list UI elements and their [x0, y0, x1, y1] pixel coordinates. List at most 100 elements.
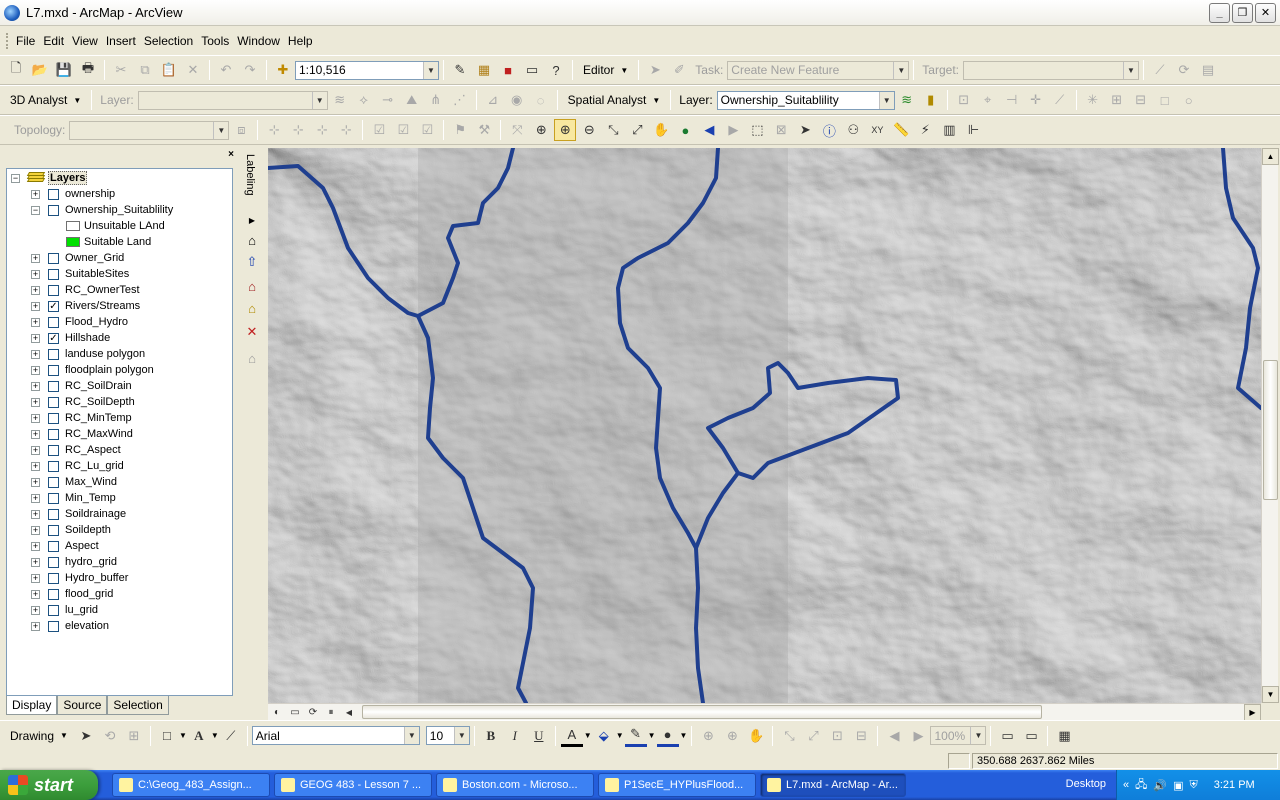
full-extent-globe-icon[interactable]: ●	[674, 119, 696, 141]
copy-icon[interactable]: ⧉	[134, 59, 156, 81]
layer-visibility-checkbox[interactable]	[48, 268, 59, 280]
georef-icon[interactable]: ⊡	[953, 89, 975, 111]
layer-item[interactable]: + flood_grid	[31, 586, 113, 602]
layer-visibility-checkbox[interactable]	[48, 508, 59, 520]
go-to-xy-icon[interactable]: XY	[866, 119, 888, 141]
layer-visibility-checkbox[interactable]	[48, 604, 59, 616]
redo-icon[interactable]: ↷	[239, 59, 261, 81]
profile-graph-icon[interactable]: ⛰	[401, 89, 423, 111]
hillshade-map[interactable]	[268, 148, 1261, 703]
rotate-tool-icon[interactable]: ⟳	[1173, 59, 1195, 81]
close-button[interactable]: ✕	[1255, 3, 1276, 23]
layer-visibility-checkbox[interactable]	[48, 380, 59, 392]
layer-item[interactable]: + ✓ Hillshade	[31, 330, 110, 346]
legend-item[interactable]: Unsuitable LAnd	[66, 218, 165, 234]
pan-hand-icon[interactable]: ✋	[650, 119, 672, 141]
undo-icon[interactable]: ↶	[215, 59, 237, 81]
expand-icon[interactable]: +	[31, 269, 40, 279]
chevron-down-icon[interactable]: ▼	[616, 731, 624, 740]
layer-item[interactable]: + Owner_Grid	[31, 250, 124, 266]
layer-visibility-checkbox[interactable]	[48, 204, 59, 216]
tray-security-icon[interactable]: ⛨	[1190, 779, 1198, 792]
cut-icon[interactable]: ✂	[110, 59, 132, 81]
measure-icon[interactable]: 📏	[890, 119, 912, 141]
expand-icon[interactable]: +	[31, 493, 40, 503]
start-button[interactable]: start	[0, 770, 98, 800]
chevron-down-icon[interactable]: ▼	[453, 727, 469, 744]
steepest-path-icon[interactable]: ⟡	[353, 89, 375, 111]
task-combo[interactable]: Create New Feature ▼	[727, 60, 910, 80]
map-vertical-scrollbar[interactable]: ▲ ▼	[1261, 148, 1279, 703]
zoom-out-icon[interactable]: ⊕	[554, 119, 577, 141]
font-color-icon[interactable]: A	[560, 725, 583, 747]
interpolate-point-icon[interactable]: ⋔	[425, 89, 447, 111]
layer-item[interactable]: + ownership	[31, 186, 115, 202]
toolbar-grip[interactable]	[6, 33, 9, 49]
sketch-tool-icon[interactable]: ✐	[668, 59, 690, 81]
layer-item[interactable]: + Hydro_buffer	[31, 570, 128, 586]
find-binoculars-icon[interactable]: ⚇	[842, 119, 864, 141]
expand-icon[interactable]: +	[31, 621, 40, 631]
previous-extent-icon[interactable]: ◀	[883, 725, 905, 747]
back-arrow-icon[interactable]: ◀	[698, 119, 720, 141]
expand-icon[interactable]: +	[31, 285, 40, 295]
expand-icon[interactable]: +	[31, 525, 40, 535]
layer-visibility-checkbox[interactable]	[48, 540, 59, 552]
map-horizontal-scrollbar[interactable]: ◐ ▭ ⟳ ⏸ ◀ ▶	[268, 703, 1261, 721]
layer-visibility-checkbox[interactable]	[48, 572, 59, 584]
chevron-down-icon[interactable]: ▼	[648, 731, 656, 740]
focus-frame-icon[interactable]: ▭	[1020, 725, 1042, 747]
layout-zoom-combo[interactable]: 100% ▼	[930, 726, 987, 745]
editor-menu[interactable]: Editor ▼	[583, 63, 628, 77]
layer-item[interactable]: + RC_Lu_grid	[31, 458, 124, 474]
rectangle-icon[interactable]: □	[156, 725, 178, 747]
fixed-zoom-in-layout-icon[interactable]: ⤡	[778, 725, 800, 747]
fixed-zoom-out-icon[interactable]: ⤢	[626, 119, 648, 141]
chevron-down-icon[interactable]: ▼	[211, 731, 219, 740]
delete-icon[interactable]: ✕	[182, 59, 204, 81]
select-features-icon[interactable]: ⬚	[746, 119, 768, 141]
pan-layout-icon[interactable]: ✋	[745, 725, 767, 747]
clear-selection-icon[interactable]: ⊠	[770, 119, 792, 141]
marker-color-icon[interactable]: ●	[656, 725, 679, 747]
create-profile-icon[interactable]: ⊿	[482, 89, 504, 111]
scroll-down-icon[interactable]: ▼	[1262, 686, 1279, 703]
3d-analyst-menu[interactable]: 3D Analyst ▼	[10, 93, 81, 107]
expand-icon[interactable]: +	[31, 189, 40, 199]
add-data-icon[interactable]: ✚	[272, 59, 294, 81]
bold-button[interactable]: B	[480, 725, 502, 747]
taskbar-button[interactable]: Boston.com - Microso...	[436, 773, 594, 797]
zoom-out-minus-icon[interactable]: ⊖	[578, 119, 600, 141]
spatial-analyst-menu[interactable]: Spatial Analyst ▼	[568, 93, 661, 107]
tray-network-icon[interactable]: 🖧	[1135, 776, 1147, 795]
layer-visibility-checkbox[interactable]: ✓	[48, 332, 59, 344]
toc-close-icon[interactable]: ×	[228, 149, 234, 160]
editor-toolbar-icon[interactable]: ✎	[449, 59, 471, 81]
3d-layer-combo[interactable]: ▼	[137, 90, 328, 110]
line-color-icon[interactable]: ✎	[624, 725, 647, 747]
toc-root[interactable]: − Layers	[11, 170, 88, 186]
layer-visibility-checkbox[interactable]	[48, 396, 59, 408]
scroll-left-icon[interactable]: ◀	[341, 705, 357, 720]
expand-icon[interactable]: +	[31, 349, 40, 359]
layer-visibility-checkbox[interactable]	[48, 620, 59, 632]
expand-icon[interactable]: +	[31, 381, 40, 391]
desktop-toolbar-label[interactable]: Desktop	[1066, 778, 1106, 790]
lock-labels-icon[interactable]: ⌂	[242, 298, 262, 318]
view-unplaced-icon[interactable]: ⌂	[242, 348, 262, 368]
layer-visibility-checkbox[interactable]	[48, 428, 59, 440]
rotate-element-icon[interactable]: ⟲	[99, 725, 121, 747]
chevron-down-icon[interactable]: ▼	[584, 731, 592, 740]
save-icon[interactable]: 💾	[53, 59, 75, 81]
layer-item[interactable]: + Flood_Hydro	[31, 314, 128, 330]
vertical-scroll-thumb[interactable]	[1263, 360, 1278, 500]
zoom-in-icon[interactable]: ⊕	[530, 119, 552, 141]
layout-view-icon[interactable]: ▭	[287, 705, 303, 720]
tray-expand-icon[interactable]: «	[1123, 779, 1129, 791]
layer-item[interactable]: + Aspect	[31, 538, 99, 554]
pan-by-arrow-icon[interactable]: ⤧	[506, 119, 528, 141]
taskbar-button[interactable]: P1SecE_HYPlusFlood...	[598, 773, 756, 797]
chevron-down-icon[interactable]: ▼	[680, 731, 688, 740]
raster-cleanup-icon[interactable]: ⊞	[1106, 89, 1128, 111]
layer-item[interactable]: + floodplain polygon	[31, 362, 154, 378]
